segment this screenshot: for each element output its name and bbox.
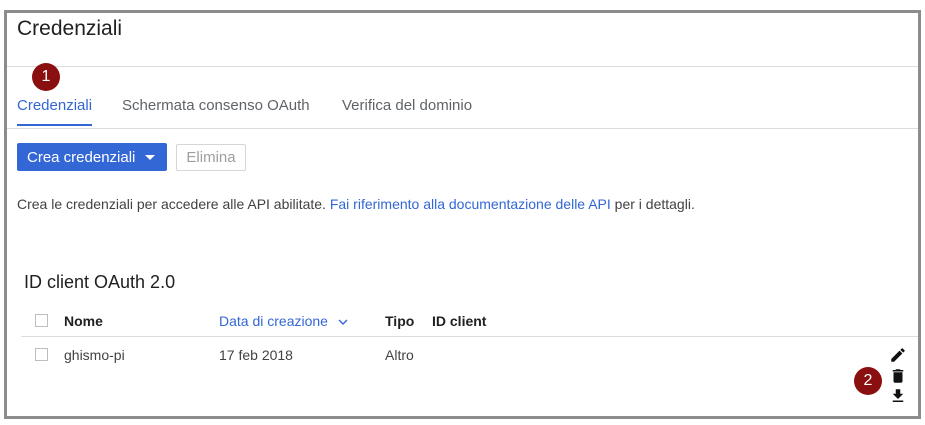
table-header-divider — [21, 336, 918, 337]
tab-credentials[interactable]: Credenziali — [17, 97, 93, 126]
oauth-section-title: ID client OAuth 2.0 — [24, 272, 176, 292]
row-checkbox[interactable] — [35, 348, 48, 361]
download-icon[interactable] — [889, 387, 907, 410]
select-all-checkbox[interactable] — [35, 314, 48, 327]
edit-icon[interactable] — [889, 346, 907, 369]
annotation-marker-2: 2 — [854, 367, 882, 395]
description-suffix: per i dettagli. — [610, 196, 695, 212]
column-header-type: Tipo — [385, 313, 415, 329]
description-text: Crea le credenziali per accedere alle AP… — [17, 196, 330, 212]
row-created-date: 17 feb 2018 — [219, 347, 293, 363]
annotation-marker-1: 1 — [32, 63, 60, 91]
column-header-created[interactable]: Data di creazione — [219, 313, 348, 329]
api-docs-link[interactable]: Fai riferimento alla documentazione dell… — [330, 196, 611, 212]
delete-button[interactable]: Elimina — [176, 144, 246, 171]
create-credentials-button[interactable]: Crea credenziali — [17, 143, 167, 171]
column-header-created-label: Data di creazione — [219, 313, 328, 329]
column-header-client-id: ID client — [432, 313, 487, 329]
sort-descending-icon — [338, 317, 348, 329]
caret-down-icon — [145, 154, 156, 160]
tab-oauth-consent-screen[interactable]: Schermata consenso OAuth — [122, 97, 310, 114]
row-type: Altro — [385, 347, 414, 363]
title-divider — [7, 66, 918, 67]
credentials-description: Crea le credenziali per accedere alle AP… — [17, 196, 695, 212]
tab-domain-verification[interactable]: Verifica del dominio — [342, 97, 472, 114]
window-frame: Credenziali 1 Credenziali Schermata cons… — [4, 10, 921, 419]
tabs-divider — [7, 128, 918, 129]
row-name: ghismo-pi — [64, 347, 125, 363]
page-title: Credenziali — [17, 17, 123, 40]
create-credentials-label: Crea credenziali — [27, 148, 136, 166]
column-header-name: Nome — [64, 313, 103, 329]
